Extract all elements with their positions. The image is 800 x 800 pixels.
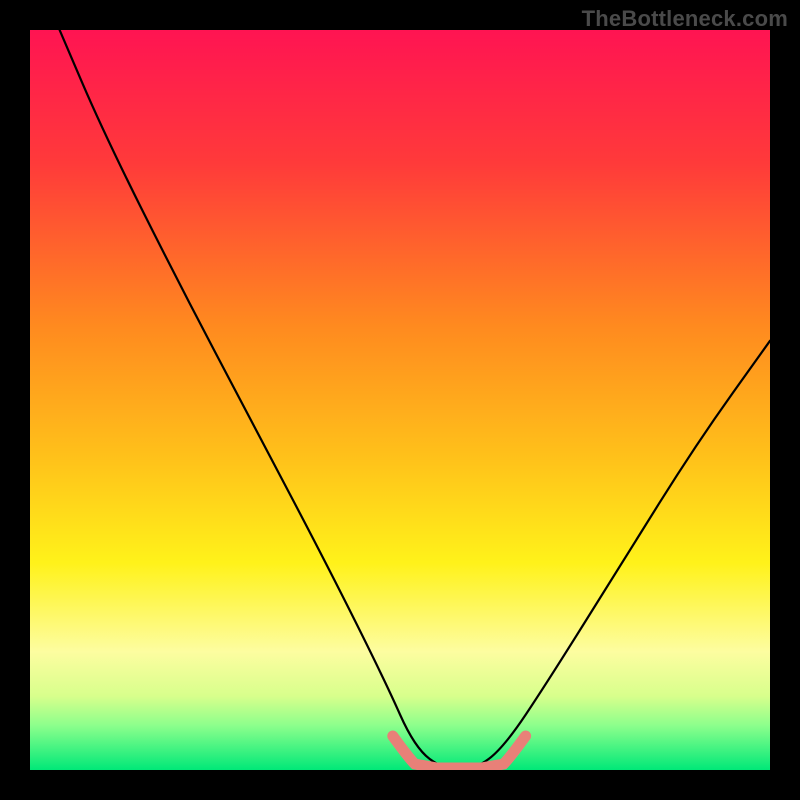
plot-area (30, 30, 770, 770)
watermark-text: TheBottleneck.com (582, 6, 788, 32)
chart-frame: TheBottleneck.com (0, 0, 800, 800)
bottleneck-curve (60, 30, 770, 770)
curve-layer (30, 30, 770, 770)
